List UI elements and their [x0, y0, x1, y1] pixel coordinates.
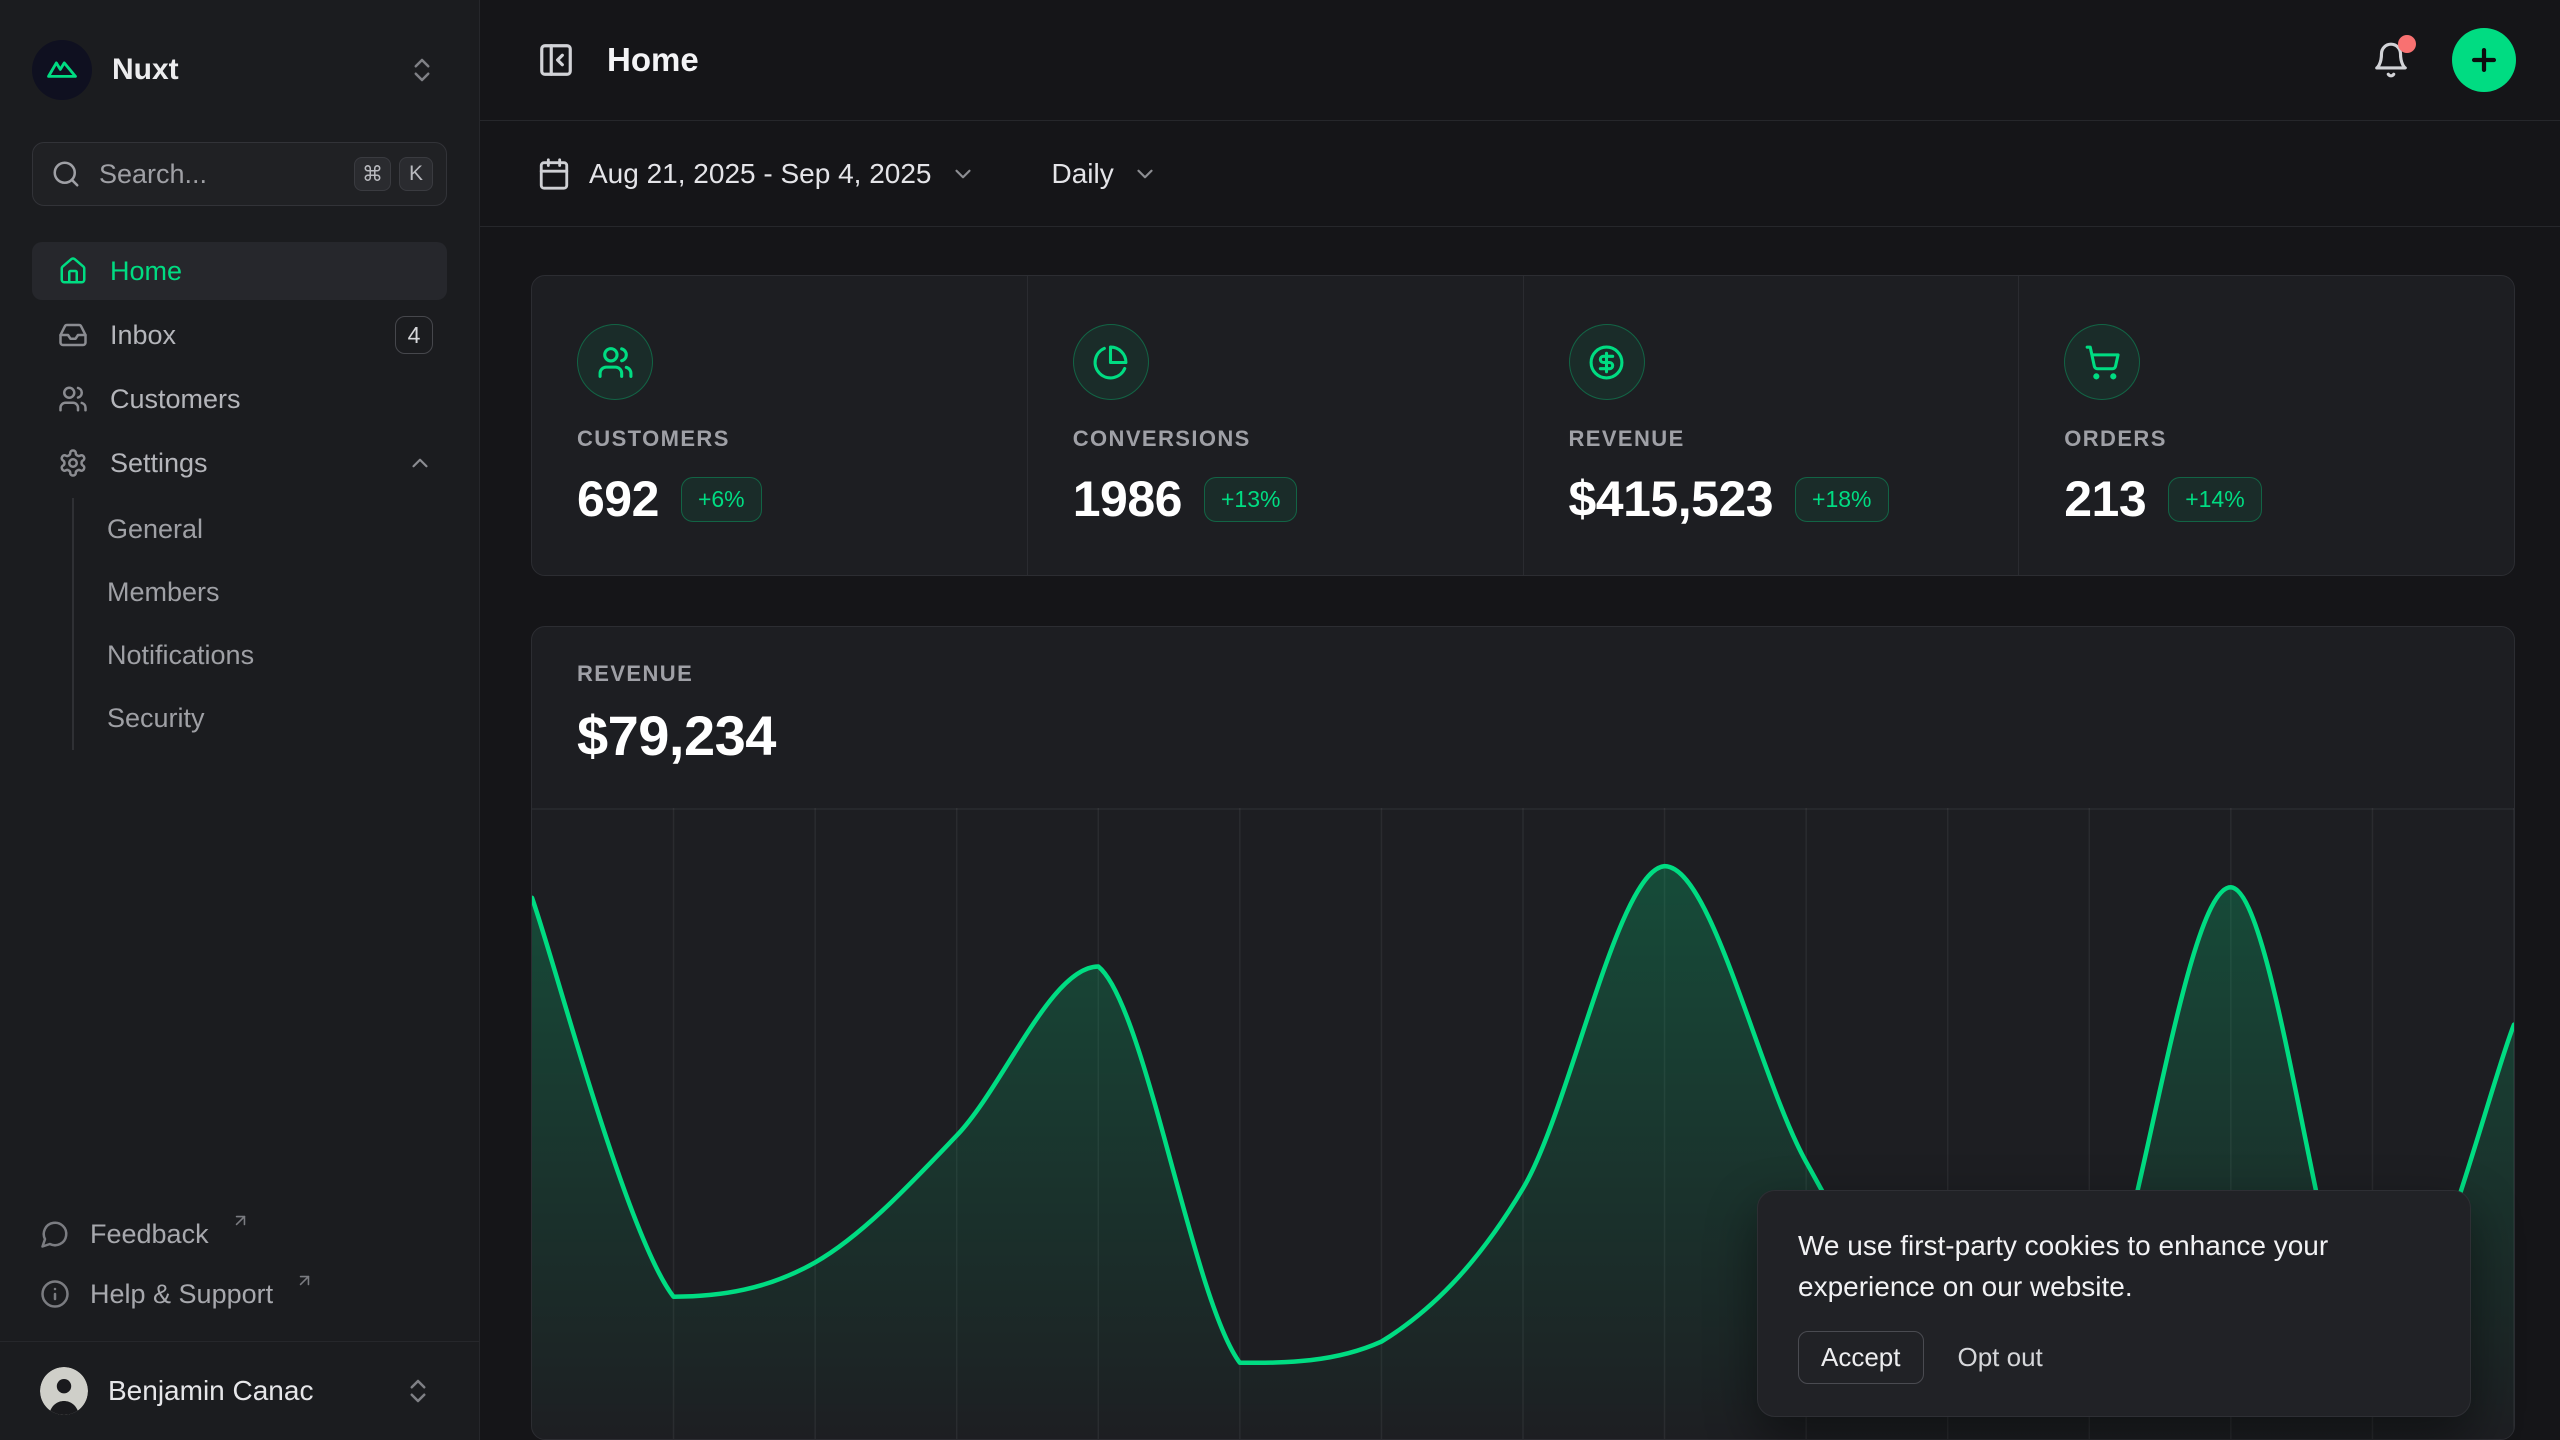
user-menu[interactable]: Benjamin Canac — [0, 1341, 479, 1440]
revenue-panel-label: REVENUE — [577, 661, 2514, 687]
chevron-down-icon — [950, 161, 976, 187]
stat-label: CUSTOMERS — [577, 426, 1027, 452]
kbd-k: K — [399, 157, 433, 191]
sidebar-nav: Home Inbox 4 Customers Settings General … — [32, 242, 447, 750]
sidebar-item-label: Home — [110, 256, 433, 287]
collapse-sidebar-button[interactable] — [531, 35, 581, 85]
user-name: Benjamin Canac — [108, 1375, 383, 1407]
stat-value: 692 — [577, 470, 659, 528]
sidebar-item-security[interactable]: Security — [74, 687, 447, 750]
settings-subnav: General Members Notifications Security — [72, 498, 447, 750]
home-icon — [58, 256, 88, 286]
sidebar: Nuxt Search... ⌘ K Home Inbox 4 Cu — [0, 0, 480, 1440]
info-icon — [40, 1279, 70, 1309]
chevron-up-icon — [407, 450, 433, 476]
stat-value: 213 — [2064, 470, 2146, 528]
chevrons-up-down-icon — [407, 55, 437, 85]
sidebar-item-members[interactable]: Members — [74, 561, 447, 624]
sidebar-item-inbox[interactable]: Inbox 4 — [32, 306, 447, 364]
add-button[interactable] — [2452, 28, 2516, 92]
cookie-message: We use first-party cookies to enhance yo… — [1798, 1225, 2430, 1307]
nuxt-logo-icon — [32, 40, 92, 100]
calendar-icon — [537, 157, 571, 191]
feedback-label: Feedback — [90, 1219, 209, 1250]
sub-item-label: General — [107, 514, 203, 545]
sidebar-item-label: Settings — [110, 448, 385, 479]
kbd-cmd: ⌘ — [354, 157, 391, 191]
page-header: Home — [480, 0, 2560, 121]
stat-value: 1986 — [1073, 470, 1182, 528]
stat-label: CONVERSIONS — [1073, 426, 1523, 452]
gear-icon — [58, 448, 88, 478]
stats-panel: CUSTOMERS 692 +6% CONVERSIONS 1986 +13% — [531, 275, 2515, 576]
feedback-link[interactable]: Feedback — [32, 1207, 447, 1265]
help-support-label: Help & Support — [90, 1279, 273, 1310]
stat-delta-badge: +13% — [1204, 477, 1297, 522]
stat-card-orders[interactable]: ORDERS 213 +14% — [2018, 276, 2514, 575]
search-placeholder: Search... — [99, 159, 336, 190]
pie-chart-icon — [1073, 324, 1149, 400]
workspace-switcher[interactable]: Nuxt — [32, 38, 447, 102]
sidebar-item-label: Customers — [110, 384, 433, 415]
sidebar-item-customers[interactable]: Customers — [32, 370, 447, 428]
stat-delta-badge: +14% — [2168, 477, 2261, 522]
search-input[interactable]: Search... ⌘ K — [32, 142, 447, 206]
shopping-cart-icon — [2064, 324, 2140, 400]
notifications-button[interactable] — [2366, 35, 2416, 85]
stat-card-revenue[interactable]: REVENUE $415,523 +18% — [1523, 276, 2019, 575]
sub-item-label: Members — [107, 577, 220, 608]
date-range-picker[interactable]: Aug 21, 2025 - Sep 4, 2025 — [531, 156, 982, 192]
dollar-circle-icon — [1569, 324, 1645, 400]
granularity-label: Daily — [1052, 158, 1114, 190]
notification-dot — [2398, 35, 2416, 53]
header-left: Home — [531, 35, 2366, 85]
cookie-banner: We use first-party cookies to enhance yo… — [1757, 1190, 2471, 1417]
stat-delta-badge: +6% — [681, 477, 762, 522]
stat-card-conversions[interactable]: CONVERSIONS 1986 +13% — [1027, 276, 1523, 575]
users-icon — [577, 324, 653, 400]
date-range-label: Aug 21, 2025 - Sep 4, 2025 — [589, 158, 932, 190]
stat-label: ORDERS — [2064, 426, 2514, 452]
avatar — [40, 1367, 88, 1415]
sidebar-footer: Feedback Help & Support — [32, 1207, 447, 1325]
revenue-panel-value: $79,234 — [577, 703, 2514, 768]
accept-button[interactable]: Accept — [1798, 1331, 1924, 1384]
external-link-icon — [231, 1211, 250, 1230]
sidebar-item-home[interactable]: Home — [32, 242, 447, 300]
plus-icon — [2467, 43, 2501, 77]
cookie-actions: Accept Opt out — [1798, 1331, 2430, 1384]
stat-label: REVENUE — [1569, 426, 2019, 452]
sidebar-item-label: Inbox — [110, 320, 373, 351]
inbox-icon — [58, 320, 88, 350]
search-shortcut: ⌘ K — [354, 157, 433, 191]
help-support-link[interactable]: Help & Support — [32, 1267, 447, 1325]
users-icon — [58, 384, 88, 414]
chevron-down-icon — [1132, 161, 1158, 187]
sidebar-spacer — [0, 750, 479, 1207]
panel-left-close-icon — [537, 41, 575, 79]
search-icon — [51, 159, 81, 189]
stat-value: $415,523 — [1569, 470, 1774, 528]
sidebar-item-notifications[interactable]: Notifications — [74, 624, 447, 687]
workspace-name: Nuxt — [112, 53, 387, 87]
page-title: Home — [607, 41, 699, 79]
message-circle-icon — [40, 1219, 70, 1249]
chevrons-up-down-icon — [403, 1376, 433, 1406]
inbox-count-badge: 4 — [395, 316, 433, 354]
sub-item-label: Notifications — [107, 640, 254, 671]
sidebar-item-settings[interactable]: Settings — [32, 434, 447, 492]
opt-out-button[interactable]: Opt out — [1952, 1332, 2049, 1383]
sub-item-label: Security — [107, 703, 205, 734]
stat-delta-badge: +18% — [1795, 477, 1888, 522]
granularity-select[interactable]: Daily — [1046, 157, 1164, 191]
sidebar-item-general[interactable]: General — [74, 498, 447, 561]
toolbar: Aug 21, 2025 - Sep 4, 2025 Daily — [480, 121, 2560, 227]
stat-card-customers[interactable]: CUSTOMERS 692 +6% — [532, 276, 1027, 575]
external-link-icon — [295, 1271, 314, 1290]
